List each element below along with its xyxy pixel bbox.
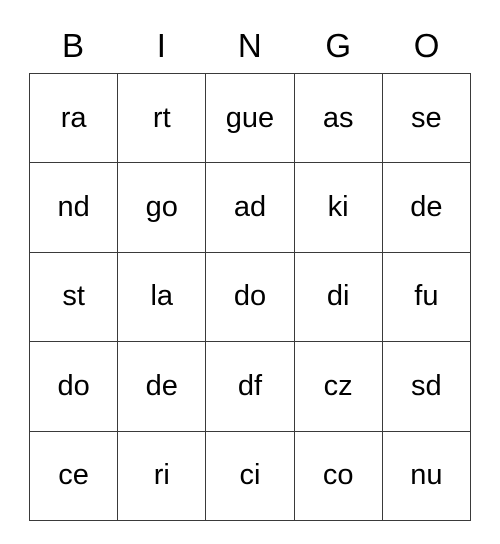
bingo-cell[interactable]: se: [382, 73, 472, 164]
table-row: ce ri ci co nu: [29, 431, 472, 521]
bingo-cell[interactable]: cz: [294, 341, 383, 432]
bingo-cell[interactable]: go: [117, 162, 207, 253]
bingo-cell[interactable]: do: [205, 252, 295, 343]
bingo-cell[interactable]: ri: [117, 431, 207, 521]
bingo-cell[interactable]: st: [29, 252, 119, 343]
bingo-cell[interactable]: ra: [29, 73, 119, 164]
table-row: st la do di fu: [29, 252, 472, 343]
bingo-cell[interactable]: nd: [29, 162, 119, 253]
bingo-cell[interactable]: do: [29, 341, 119, 432]
bingo-card: B I N G O ra rt gue as se nd go ad ki de…: [29, 17, 472, 521]
bingo-grid: ra rt gue as se nd go ad ki de st la do …: [29, 73, 472, 521]
bingo-cell[interactable]: di: [294, 252, 383, 343]
bingo-header-letter-g: G: [325, 26, 352, 64]
bingo-header-letter-n: N: [237, 26, 263, 64]
bingo-header-row: B I N G O: [29, 17, 471, 73]
bingo-header-letter-i: I: [156, 26, 167, 64]
bingo-cell[interactable]: df: [205, 341, 295, 432]
bingo-header-letter-o: O: [413, 26, 440, 64]
bingo-cell[interactable]: ci: [205, 431, 295, 521]
bingo-cell[interactable]: ki: [294, 162, 383, 253]
bingo-header-letter-b: B: [61, 26, 85, 64]
table-row: do de df cz sd: [29, 341, 472, 432]
bingo-cell[interactable]: ce: [29, 431, 119, 521]
bingo-cell[interactable]: ad: [205, 162, 295, 253]
bingo-cell[interactable]: de: [382, 162, 472, 253]
table-row: ra rt gue as se: [29, 73, 472, 164]
bingo-cell[interactable]: sd: [382, 341, 472, 432]
bingo-cell[interactable]: gue: [205, 73, 295, 164]
bingo-cell[interactable]: nu: [382, 431, 472, 521]
bingo-cell[interactable]: la: [117, 252, 207, 343]
bingo-cell[interactable]: de: [117, 341, 207, 432]
bingo-cell[interactable]: co: [294, 431, 383, 521]
bingo-cell[interactable]: rt: [117, 73, 207, 164]
table-row: nd go ad ki de: [29, 162, 472, 253]
bingo-cell[interactable]: fu: [382, 252, 472, 343]
bingo-cell[interactable]: as: [294, 73, 383, 164]
